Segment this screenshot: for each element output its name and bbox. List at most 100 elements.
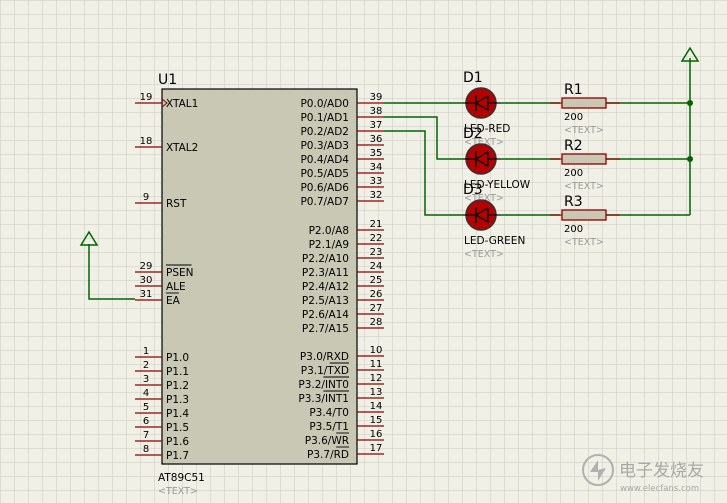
pin-number: 39 [370,92,383,103]
pin-label: P2.5/A13 [302,295,349,307]
pin-number: 18 [140,136,153,147]
pin-label: XTAL1 [166,98,198,110]
pin-label: ALE [166,281,186,293]
pin-number: 6 [143,416,149,427]
pin-number: 7 [143,430,149,441]
pin-label: P0.6/AD6 [300,182,349,194]
pin-label: P0.4/AD4 [300,154,349,166]
pin-label: P3.1/TXD [301,365,349,377]
led-ref: D1 [463,70,483,86]
chip-part-name: AT89C51 [158,472,205,484]
pin-label: P0.7/AD7 [300,196,349,208]
pin-number: 28 [370,317,383,328]
pin-label: P3.7/RD [307,449,349,461]
chip-text-placeholder: <TEXT> [158,486,198,497]
pin-number: 11 [370,359,383,370]
pin-number: 31 [140,289,153,300]
pin-number: 27 [370,303,383,314]
pin-number: 3 [143,374,149,385]
resistor-ref: R3 [564,194,583,210]
resistor-value: 200 [564,112,583,123]
junction-dot [687,100,693,106]
pin-number: 26 [370,289,383,300]
pin-label: P3.6/WR [305,435,349,447]
pin-number: 30 [140,275,153,286]
pin-label: P0.3/AD3 [300,140,349,152]
pin-label: P3.4/T0 [309,407,349,419]
watermark-url: www.elecfans.com [620,484,699,494]
resistor-body [561,97,607,109]
pin-number: 15 [370,415,383,426]
pin-label: P0.0/AD0 [300,98,349,110]
pin-number: 2 [143,360,149,371]
pin-number: 17 [370,443,383,454]
pin-label: P0.1/AD1 [300,112,349,124]
pin-label: XTAL2 [166,142,198,154]
pin-label: RST [166,198,187,210]
pin-number: 36 [370,134,383,145]
resistor-placeholder: <TEXT> [564,125,604,136]
pin-label: P1.0 [166,352,189,364]
schematic-canvas: U1 19 XTAL1 18 XTAL2 9 RST 29 PSEN 30 ALE 31 EA 1 P1.… [0,0,727,503]
grid [0,0,727,503]
resistor-ref: R2 [564,138,583,154]
pin-number: 12 [370,373,383,384]
pin-label: PSEN [166,267,194,279]
pin-label: P2.1/A9 [309,239,349,251]
pin-number: 19 [140,92,153,103]
pin-number: 24 [370,261,383,272]
resistor-ref: R1 [564,82,583,98]
resistor-placeholder: <TEXT> [564,237,604,248]
pin-number: 35 [370,148,383,159]
pin-number: 22 [370,233,383,244]
pin-number: 29 [140,261,153,272]
resistor-value: 200 [564,224,583,235]
watermark-text: 电子发烧友 [619,461,704,481]
led-placeholder: <TEXT> [464,249,504,260]
pin-number: 38 [370,106,383,117]
resistor-body [561,209,607,221]
pin-number: 1 [143,346,149,357]
led-ref: D2 [463,126,483,142]
junction-dot [687,156,693,162]
resistor-body [561,153,607,165]
pin-label: P1.2 [166,380,189,392]
pin-number: 33 [370,176,383,187]
pin-label: P2.6/A14 [302,309,349,321]
pin-label: P0.5/AD5 [300,168,349,180]
pin-number: 13 [370,387,383,398]
pin-label: P1.6 [166,436,189,448]
pin-number: 16 [370,429,383,440]
pin-label: P1.4 [166,408,189,420]
chip-ref: U1 [158,72,177,88]
resistor-placeholder: <TEXT> [564,181,604,192]
pin-label: P1.1 [166,366,189,378]
pin-number: 10 [370,345,383,356]
pin-number: 21 [370,219,383,230]
pin-number: 9 [143,192,149,203]
pin-number: 37 [370,120,383,131]
pin-label: P0.2/AD2 [300,126,349,138]
pin-number: 14 [370,401,383,412]
pin-number: 34 [370,162,383,173]
pin-label: P2.2/A10 [302,253,349,265]
pin-label: EA [166,295,181,307]
pin-label: P1.3 [166,394,189,406]
pin-label: P1.5 [166,422,189,434]
pin-label: P2.3/A11 [302,267,349,279]
resistor-value: 200 [564,168,583,179]
pin-label: P2.7/A15 [302,323,349,335]
led-name: LED-GREEN [464,235,525,247]
pin-number: 4 [143,388,149,399]
pin-number: 5 [143,402,149,413]
pin-label: P2.4/A12 [302,281,349,293]
pin-label: P3.5/T1 [309,421,349,433]
led-ref: D3 [463,182,483,198]
pin-label: P3.0/RXD [300,351,349,363]
pin-number: 23 [370,247,383,258]
pin-label: P2.0/A8 [309,225,349,237]
pin-label: P3.2/INT0 [298,379,349,391]
pin-number: 8 [143,444,149,455]
pin-number: 25 [370,275,383,286]
pin-number: 32 [370,190,383,201]
